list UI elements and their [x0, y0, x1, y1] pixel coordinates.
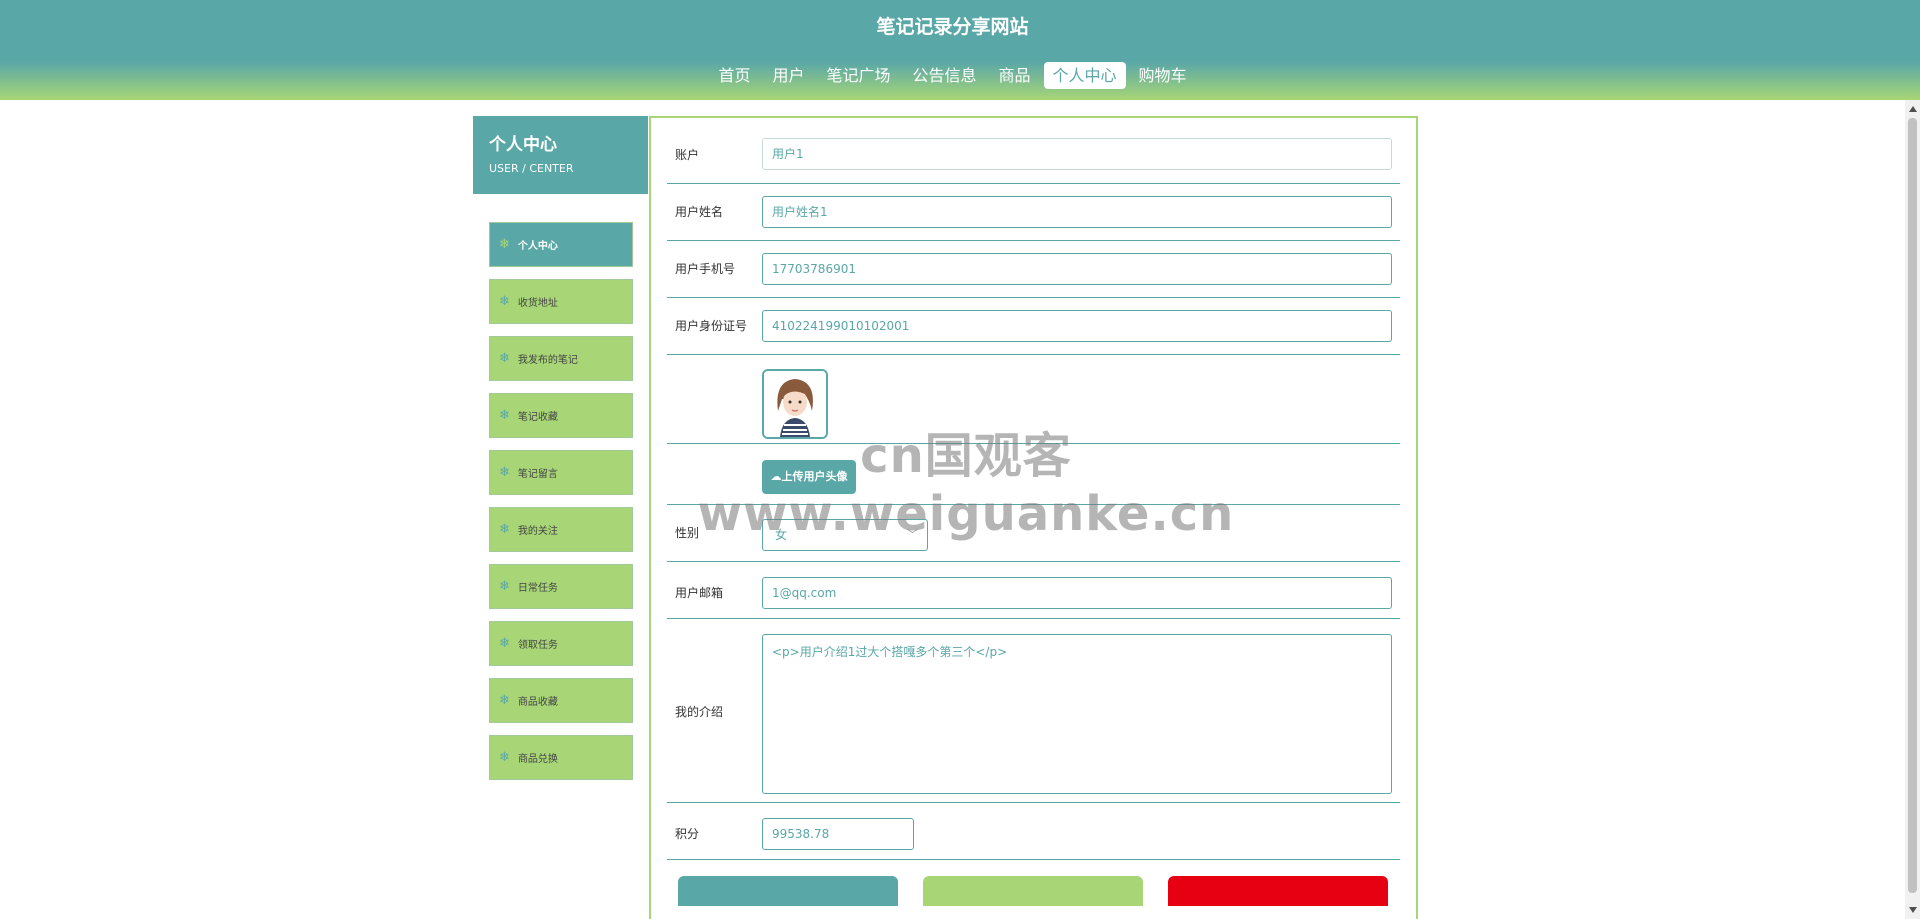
form-row-idcard: 用户身份证号 410224199010102001 — [667, 298, 1400, 355]
sidebar-menu: ❄ 个人中心 ❄ 收货地址 ❄ 我发布的笔记 ❄ 笔记收藏 ❄ 笔记留言 ❄ 我… — [489, 222, 633, 792]
idcard-field[interactable]: 410224199010102001 — [762, 310, 1392, 342]
form-row-upload: ☁上传用户头像 — [667, 444, 1400, 505]
sidebar-item-note-comments[interactable]: ❄ 笔记留言 — [489, 450, 633, 495]
avatar-illustration — [764, 371, 826, 437]
sidebar-item-claim-tasks[interactable]: ❄ 领取任务 — [489, 621, 633, 666]
email-label: 用户邮箱 — [675, 586, 724, 600]
snowflake-icon: ❄ — [499, 408, 510, 423]
scroll-up-arrow-icon[interactable] — [1909, 106, 1917, 112]
nav-item-cart[interactable]: 购物车 — [1130, 62, 1196, 89]
snowflake-icon: ❄ — [499, 750, 510, 765]
update-info-button[interactable] — [678, 876, 898, 906]
intro-textarea[interactable]: <p>用户介绍1过大个搭嘎多个第三个</p> — [762, 634, 1392, 794]
gender-label: 性别 — [675, 526, 700, 540]
scroll-thumb[interactable] — [1908, 118, 1917, 893]
form-row-name: 用户姓名 用户姓名1 — [667, 184, 1400, 241]
nav-item-users[interactable]: 用户 — [763, 62, 813, 89]
sidebar-item-note-favorites[interactable]: ❄ 笔记收藏 — [489, 393, 633, 438]
sidebar-item-user-center[interactable]: ❄ 个人中心 — [489, 222, 633, 267]
header: 笔记记录分享网站 首页 用户 笔记广场 公告信息 商品 个人中心 购物车 — [0, 0, 1920, 100]
nav-item-products[interactable]: 商品 — [990, 62, 1040, 89]
form-row-points: 积分 99538.78 — [667, 803, 1400, 860]
account-label: 账户 — [675, 148, 700, 162]
gender-select-value: 女 — [775, 528, 788, 542]
snowflake-icon: ❄ — [499, 693, 510, 708]
snowflake-icon: ❄ — [499, 351, 510, 366]
recharge-button[interactable] — [923, 876, 1143, 906]
main-nav: 首页 用户 笔记广场 公告信息 商品 个人中心 购物车 — [0, 62, 1905, 89]
form-row-account: 账户 用户1 — [667, 138, 1400, 184]
upload-avatar-label: 上传用户头像 — [781, 470, 848, 483]
form-row-intro: 我的介绍 <p>用户介绍1过大个搭嘎多个第三个</p> — [667, 619, 1400, 803]
gender-select[interactable]: 女 ﹀ — [762, 519, 928, 551]
sidebar-item-label: 笔记留言 — [517, 469, 558, 480]
account-field[interactable]: 用户1 — [762, 138, 1392, 170]
logout-button[interactable] — [1168, 876, 1388, 906]
page-scrollbar[interactable] — [1905, 100, 1920, 919]
cloud-upload-icon: ☁ — [770, 470, 782, 483]
sidebar-item-label: 收货地址 — [517, 298, 558, 309]
sidebar-item-label: 领取任务 — [517, 640, 558, 651]
sidebar-item-daily-tasks[interactable]: ❄ 日常任务 — [489, 564, 633, 609]
nav-item-announcements[interactable]: 公告信息 — [903, 62, 985, 89]
sidebar-item-label: 商品收藏 — [517, 697, 558, 708]
form-row-phone: 用户手机号 17703786901 — [667, 241, 1400, 298]
snowflake-icon: ❄ — [499, 237, 510, 252]
sidebar-title: 个人中心 — [489, 135, 557, 155]
sidebar-item-label: 我的关注 — [517, 526, 558, 537]
phone-label: 用户手机号 — [675, 262, 736, 276]
upload-avatar-button[interactable]: ☁上传用户头像 — [762, 460, 856, 494]
sidebar-item-label: 我发布的笔记 — [517, 355, 578, 366]
name-field[interactable]: 用户姓名1 — [762, 196, 1392, 228]
snowflake-icon: ❄ — [499, 522, 510, 537]
scroll-down-arrow-icon[interactable] — [1909, 907, 1917, 913]
site-title: 笔记记录分享网站 — [876, 16, 1029, 38]
nav-item-home[interactable]: 首页 — [709, 62, 759, 89]
sidebar-subtitle: USER / CENTER — [489, 162, 574, 175]
avatar-image[interactable] — [762, 369, 828, 439]
sidebar-item-product-exchange[interactable]: ❄ 商品兑换 — [489, 735, 633, 780]
form-row-email: 用户邮箱 1@qq.com — [667, 562, 1400, 619]
email-field[interactable]: 1@qq.com — [762, 577, 1392, 609]
nav-item-user-center[interactable]: 个人中心 — [1043, 62, 1126, 89]
profile-form-panel: 账户 用户1 用户姓名 用户姓名1 用户手机号 17703786901 用户身份… — [649, 116, 1418, 919]
phone-field[interactable]: 17703786901 — [762, 253, 1392, 285]
snowflake-icon: ❄ — [499, 636, 510, 651]
sidebar-item-label: 笔记收藏 — [517, 412, 558, 423]
snowflake-icon: ❄ — [499, 465, 510, 480]
idcard-label: 用户身份证号 — [675, 319, 748, 333]
sidebar-item-my-notes[interactable]: ❄ 我发布的笔记 — [489, 336, 633, 381]
snowflake-icon: ❄ — [499, 579, 510, 594]
sidebar-item-label: 商品兑换 — [517, 754, 558, 765]
form-row-avatar — [667, 355, 1400, 444]
intro-label: 我的介绍 — [675, 705, 724, 719]
sidebar-header: 个人中心 USER / CENTER — [473, 116, 648, 194]
sidebar-item-following[interactable]: ❄ 我的关注 — [489, 507, 633, 552]
sidebar-item-product-favorites[interactable]: ❄ 商品收藏 — [489, 678, 633, 723]
name-label: 用户姓名 — [675, 205, 724, 219]
form-row-gender: 性别 女 ﹀ — [667, 505, 1400, 562]
chevron-down-icon: ﹀ — [907, 528, 918, 541]
snowflake-icon: ❄ — [499, 294, 510, 309]
sidebar-item-label: 个人中心 — [517, 241, 558, 252]
points-field[interactable]: 99538.78 — [762, 818, 914, 850]
nav-item-notes-square[interactable]: 笔记广场 — [817, 62, 899, 89]
points-label: 积分 — [675, 827, 700, 841]
sidebar-item-address[interactable]: ❄ 收货地址 — [489, 279, 633, 324]
sidebar-item-label: 日常任务 — [517, 583, 558, 594]
